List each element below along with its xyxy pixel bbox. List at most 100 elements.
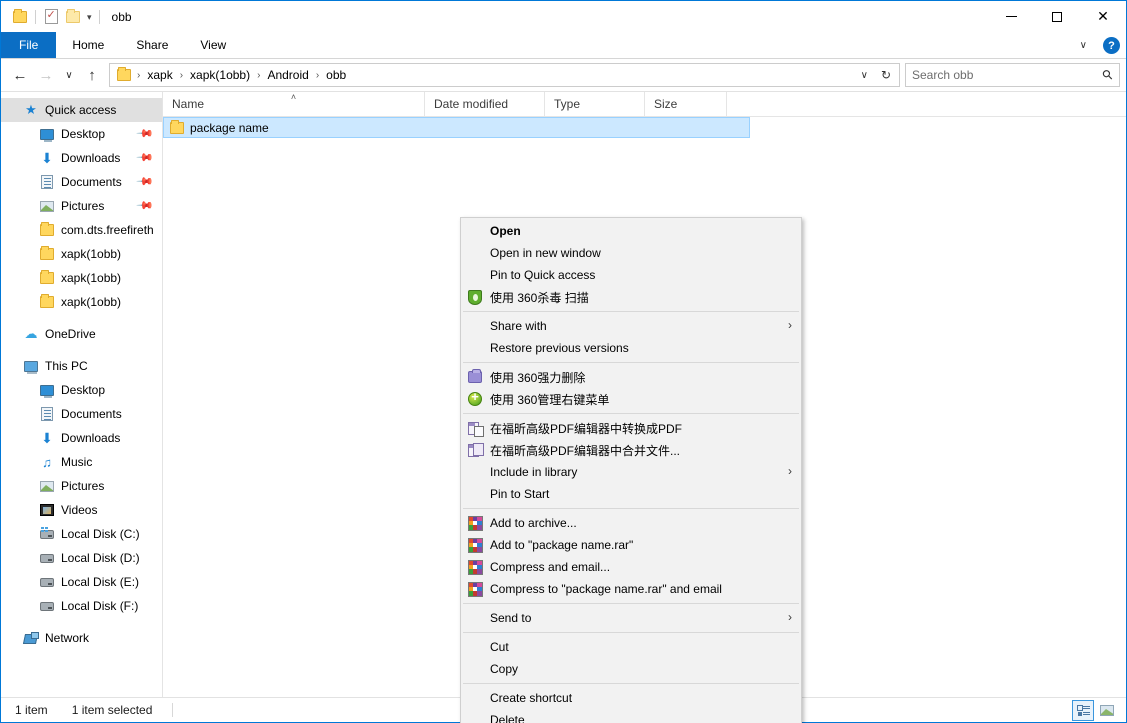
chevron-right-icon: › [788, 464, 792, 478]
sidebar-item-label: xapk(1obb) [61, 271, 121, 285]
pin-icon[interactable]: 📌 [136, 196, 155, 215]
forward-button: → [33, 62, 59, 88]
close-button[interactable]: ✕ [1080, 1, 1126, 32]
pin-icon[interactable]: 📌 [136, 148, 155, 167]
sidebar-item-documents[interactable]: Documents 📌 [1, 170, 162, 194]
folder-icon [39, 270, 55, 286]
menu-item-pin-to-start[interactable]: Pin to Start [461, 483, 801, 505]
recent-locations-icon[interactable]: ∨ [59, 62, 79, 88]
tab-share[interactable]: Share [120, 32, 184, 58]
menu-separator [463, 683, 799, 684]
sidebar-item-pictures[interactable]: Pictures 📌 [1, 194, 162, 218]
pin-icon[interactable]: 📌 [136, 124, 155, 143]
sidebar-item-local-disk-c[interactable]: Local Disk (C:) [1, 522, 162, 546]
chevron-down-icon[interactable]: ∨ [854, 70, 875, 81]
title-bar: ▾ obb ✕ [1, 1, 1126, 32]
column-header-name[interactable]: ˄ Name [163, 92, 425, 116]
sidebar-item-pc-downloads[interactable]: ⬇ Downloads [1, 426, 162, 450]
menu-item-pin-to-quick-access[interactable]: Pin to Quick access [461, 264, 801, 286]
menu-item-force-delete-360[interactable]: 使用 360强力删除 [461, 366, 801, 388]
sidebar-item-xapk-1obb-b[interactable]: xapk(1obb) [1, 266, 162, 290]
menu-separator [463, 311, 799, 312]
sidebar-item-quick-access[interactable]: ★ Quick access [1, 98, 162, 122]
status-item-count: 1 item [1, 703, 48, 717]
menu-item-delete[interactable]: Delete [461, 709, 801, 723]
large-icons-view-button[interactable] [1096, 700, 1118, 721]
minimize-button[interactable] [988, 1, 1034, 32]
menu-item-compress-to-named-rar-and-email[interactable]: Compress to "package name.rar" and email [461, 578, 801, 600]
sidebar-item-local-disk-f[interactable]: Local Disk (F:) [1, 594, 162, 618]
menu-item-label: Pin to Start [490, 487, 549, 501]
tab-file[interactable]: File [1, 32, 56, 58]
menu-item-scan-with-360[interactable]: 使用 360杀毒 扫描 [461, 286, 801, 308]
column-header-date-modified[interactable]: Date modified [425, 92, 545, 116]
menu-item-open[interactable]: Open [461, 220, 801, 242]
menu-item-add-to-archive[interactable]: Add to archive... [461, 512, 801, 534]
sidebar-item-network[interactable]: Network [1, 626, 162, 650]
menu-item-label: Delete [490, 713, 525, 723]
chevron-down-icon[interactable]: ∨ [1074, 38, 1093, 53]
sidebar-item-pc-documents[interactable]: Documents [1, 402, 162, 426]
sidebar-item-xapk-1obb-a[interactable]: xapk(1obb) [1, 242, 162, 266]
breadcrumb-item-xapk1obb[interactable]: xapk(1obb) [185, 66, 255, 84]
properties-icon[interactable] [40, 6, 62, 28]
sidebar-item-pc-music[interactable]: ♫ Music [1, 450, 162, 474]
sidebar-item-label: Documents [61, 175, 122, 189]
chevron-right-icon: › [788, 610, 792, 624]
table-row[interactable]: package name [163, 117, 750, 138]
menu-item-label: 使用 360杀毒 扫描 [490, 289, 589, 306]
ribbon-tab-bar: File Home Share View ∨ ? [1, 32, 1126, 59]
column-header-size[interactable]: Size [645, 92, 727, 116]
sidebar-item-label: Local Disk (D:) [61, 551, 140, 565]
maximize-button[interactable] [1034, 1, 1080, 32]
menu-item-manage-context-menu-360[interactable]: 使用 360管理右键菜单 [461, 388, 801, 410]
window-title: obb [112, 10, 132, 24]
document-icon [39, 174, 55, 190]
sidebar-item-local-disk-d[interactable]: Local Disk (D:) [1, 546, 162, 570]
menu-item-label: Add to archive... [490, 516, 577, 530]
back-button[interactable]: ← [7, 62, 33, 88]
sidebar-item-pc-videos[interactable]: Videos [1, 498, 162, 522]
tab-view[interactable]: View [184, 32, 242, 58]
search-input[interactable]: Search obb ⚲ [905, 63, 1120, 87]
menu-item-restore-previous-versions[interactable]: Restore previous versions [461, 337, 801, 359]
music-icon: ♫ [39, 454, 55, 470]
pin-icon[interactable]: 📌 [136, 172, 155, 191]
menu-item-compress-and-email[interactable]: Compress and email... [461, 556, 801, 578]
menu-item-cut[interactable]: Cut [461, 636, 801, 658]
folder-icon [170, 122, 184, 134]
breadcrumb-item-android[interactable]: Android [262, 66, 313, 84]
sidebar-item-onedrive[interactable]: ☁ OneDrive [1, 322, 162, 346]
document-icon [39, 406, 55, 422]
menu-item-share-with[interactable]: Share with › [461, 315, 801, 337]
customize-caret-icon[interactable]: ▾ [84, 6, 95, 28]
menu-item-copy[interactable]: Copy [461, 658, 801, 680]
breadcrumb[interactable]: › xapk › xapk(1obb) › Android › obb ∨ ↻ [109, 63, 900, 87]
sidebar-item-desktop[interactable]: Desktop 📌 [1, 122, 162, 146]
breadcrumb-item-xapk[interactable]: xapk [142, 66, 177, 84]
menu-item-send-to[interactable]: Send to › [461, 607, 801, 629]
column-header-type[interactable]: Type [545, 92, 645, 116]
help-icon[interactable]: ? [1103, 37, 1120, 54]
sidebar-item-this-pc[interactable]: This PC [1, 354, 162, 378]
sidebar-item-pc-pictures[interactable]: Pictures [1, 474, 162, 498]
menu-item-add-to-named-rar[interactable]: Add to "package name.rar" [461, 534, 801, 556]
column-label: Name [172, 97, 204, 111]
details-view-button[interactable] [1072, 700, 1094, 721]
folder-properties-icon[interactable] [9, 6, 31, 28]
tab-home[interactable]: Home [56, 32, 120, 58]
sidebar-item-local-disk-e[interactable]: Local Disk (E:) [1, 570, 162, 594]
menu-item-convert-to-pdf[interactable]: 在福昕高级PDF编辑器中转换成PDF [461, 417, 801, 439]
refresh-icon[interactable]: ↻ [875, 68, 897, 82]
menu-item-create-shortcut[interactable]: Create shortcut [461, 687, 801, 709]
sidebar-item-com-dts-freefireth[interactable]: com.dts.freefireth [1, 218, 162, 242]
new-folder-icon[interactable] [62, 6, 84, 28]
breadcrumb-item-obb[interactable]: obb [321, 66, 351, 84]
up-button[interactable]: ↑ [79, 62, 105, 88]
sidebar-item-pc-desktop[interactable]: Desktop [1, 378, 162, 402]
menu-item-open-in-new-window[interactable]: Open in new window [461, 242, 801, 264]
menu-item-combine-files-pdf[interactable]: 在福昕高级PDF编辑器中合并文件... [461, 439, 801, 461]
sidebar-item-downloads[interactable]: ⬇ Downloads 📌 [1, 146, 162, 170]
menu-item-include-in-library[interactable]: Include in library › [461, 461, 801, 483]
sidebar-item-xapk-1obb-c[interactable]: xapk(1obb) [1, 290, 162, 314]
